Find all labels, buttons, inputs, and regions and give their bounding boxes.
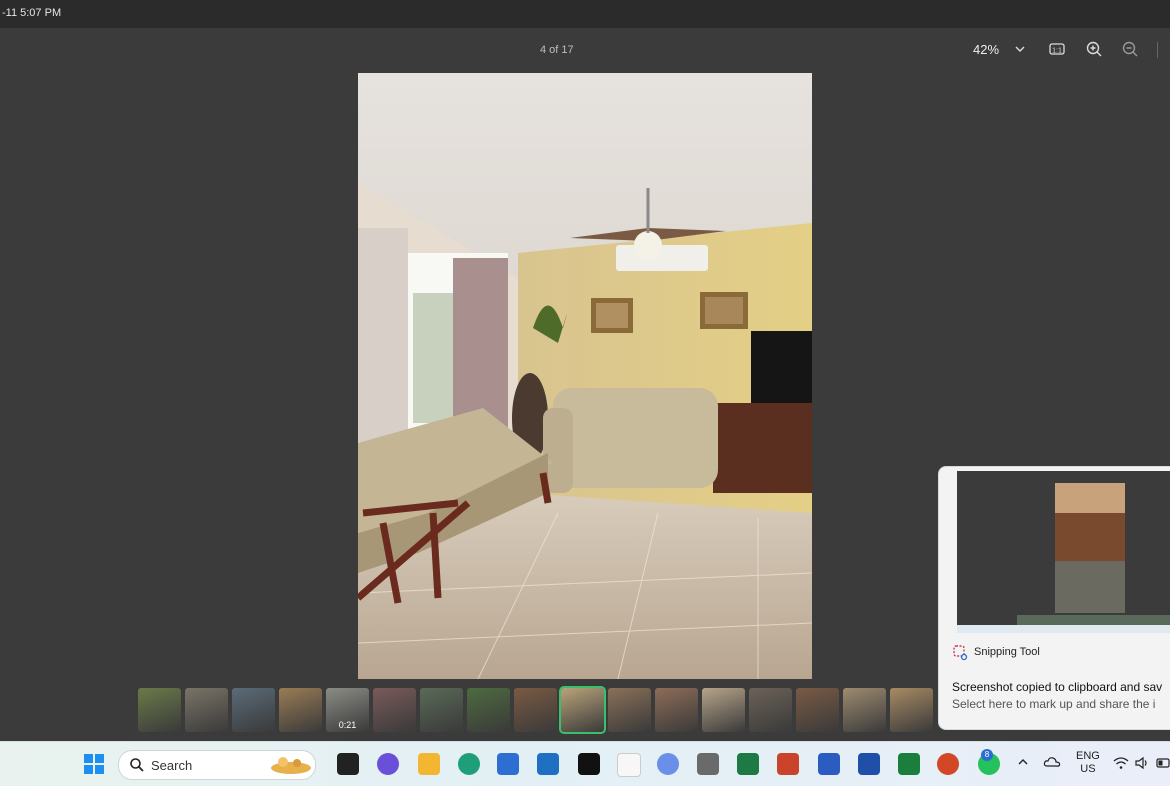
filmstrip-thumbnail[interactable] xyxy=(185,688,228,732)
mail-icon[interactable] xyxy=(537,753,559,775)
chevron-up-icon[interactable] xyxy=(1016,755,1030,772)
actual-size-icon[interactable]: 1:1 xyxy=(1046,38,1068,60)
viewer-toolbar: 4 of 17 42% 1:1 xyxy=(0,28,1170,70)
edge-icon[interactable] xyxy=(458,753,480,775)
page-counter: 4 of 17 xyxy=(540,44,574,56)
excel-icon[interactable] xyxy=(737,753,759,775)
zoom-out-icon[interactable] xyxy=(1119,38,1141,60)
zoom-value[interactable]: 42% xyxy=(973,42,999,57)
word-alt-icon[interactable] xyxy=(858,753,880,775)
filmstrip-thumbnail[interactable] xyxy=(702,688,745,732)
snipping-tool-icon xyxy=(953,645,969,666)
task-view-icon[interactable] xyxy=(337,753,359,775)
filmstrip-thumbnail[interactable] xyxy=(796,688,839,732)
filmstrip-thumbnail[interactable] xyxy=(890,688,933,732)
snipping-tool-notification[interactable]: Snipping Tool Screenshot copied to clipb… xyxy=(938,466,1170,730)
filmstrip-thumbnail[interactable] xyxy=(843,688,886,732)
word-icon[interactable] xyxy=(818,753,840,775)
filmstrip-thumbnail[interactable] xyxy=(749,688,792,732)
powerpoint-icon[interactable] xyxy=(777,753,799,775)
filmstrip-thumbnail[interactable] xyxy=(373,688,416,732)
photos-icon[interactable] xyxy=(657,753,679,775)
search-label: Search xyxy=(151,758,193,773)
calculator-icon[interactable] xyxy=(697,753,719,775)
zoom-in-icon[interactable] xyxy=(1083,38,1105,60)
copilot-icon[interactable] xyxy=(377,753,399,775)
svg-text:1:1: 1:1 xyxy=(1052,48,1062,55)
region-label: US xyxy=(1080,763,1096,775)
screenshot-preview[interactable] xyxy=(957,471,1170,633)
search-highlight-icon xyxy=(269,753,313,782)
filmstrip-thumbnail[interactable] xyxy=(420,688,463,732)
battery-icon[interactable] xyxy=(1156,757,1170,772)
notification-sub-message: Select here to mark up and share the i xyxy=(952,697,1156,711)
windows-start-icon[interactable] xyxy=(83,753,105,775)
chevron-down-icon[interactable] xyxy=(1009,38,1031,60)
filmstrip-thumbnail[interactable] xyxy=(559,686,606,734)
language-label: ENG xyxy=(1076,750,1100,762)
powerpoint-alt-icon[interactable] xyxy=(937,753,959,775)
filmstrip-thumbnail[interactable] xyxy=(514,688,557,732)
search-icon xyxy=(129,757,145,778)
filmstrip-thumbnail[interactable] xyxy=(608,688,651,732)
main-photo[interactable] xyxy=(358,73,812,679)
file-explorer-icon[interactable] xyxy=(418,753,440,775)
dropbox-icon[interactable] xyxy=(578,753,600,775)
notification-app-name: Snipping Tool xyxy=(974,646,1040,658)
wifi-icon[interactable] xyxy=(1113,756,1129,773)
toolbar-divider xyxy=(1157,42,1158,58)
notification-message: Screenshot copied to clipboard and sav xyxy=(952,680,1163,694)
volume-icon[interactable] xyxy=(1134,756,1150,773)
excel-alt-icon[interactable] xyxy=(898,753,920,775)
taskbar: Search 8 ENG US xyxy=(0,741,1170,786)
video-duration: 0:21 xyxy=(338,720,357,730)
title-bar: -11 5:07 PM xyxy=(0,0,1170,28)
filmstrip-thumbnail[interactable]: 0:21 xyxy=(326,688,369,732)
language-indicator[interactable]: ENG US xyxy=(1076,750,1100,776)
onedrive-icon[interactable] xyxy=(1043,755,1061,772)
timestamp: -11 5:07 PM xyxy=(2,7,62,19)
filmstrip-thumbnail[interactable] xyxy=(138,688,181,732)
filmstrip-thumbnail[interactable] xyxy=(279,688,322,732)
taskbar-search[interactable]: Search xyxy=(118,750,316,780)
filmstrip-thumbnail[interactable] xyxy=(232,688,275,732)
amazon-icon[interactable] xyxy=(617,753,641,777)
filmstrip-thumbnail[interactable] xyxy=(655,688,698,732)
filmstrip-thumbnail[interactable] xyxy=(467,688,510,732)
whatsapp-badge: 8 xyxy=(981,749,993,761)
store-icon[interactable] xyxy=(497,753,519,775)
